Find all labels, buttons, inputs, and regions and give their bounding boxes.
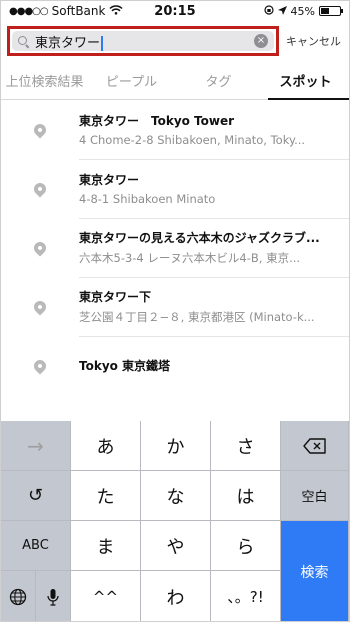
kana-key-wa[interactable]: わ	[141, 571, 211, 621]
abc-key[interactable]: ABC	[1, 521, 71, 571]
undo-key[interactable]: ↺	[1, 471, 71, 521]
kana-key-na[interactable]: な	[141, 471, 211, 521]
backspace-icon	[302, 437, 326, 454]
list-item[interactable]: Tokyo 東京鐵塔	[1, 336, 349, 395]
arrow-right-key[interactable]: →	[1, 421, 71, 471]
result-title: 東京タワー	[79, 173, 140, 187]
search-key[interactable]: 検索	[281, 521, 349, 621]
result-title: 東京タワー Tokyo Tower	[79, 114, 235, 128]
tab-top-results[interactable]: 上位検索結果	[1, 61, 88, 99]
search-row: 東京タワー × キャンセル	[1, 21, 349, 61]
orientation-lock-icon	[263, 4, 274, 18]
space-key[interactable]: 空白	[281, 471, 349, 521]
search-input[interactable]: 東京タワー ×	[12, 31, 274, 51]
carrier-name: SoftBank	[51, 4, 106, 18]
location-pin-icon	[31, 121, 49, 138]
clear-search-icon[interactable]: ×	[254, 34, 268, 48]
delete-key[interactable]	[281, 421, 349, 471]
kana-key-ta[interactable]: た	[71, 471, 141, 521]
search-tabs: 上位検索結果 ピープル タグ スポット	[1, 61, 349, 100]
list-item[interactable]: 東京タワー 4-8-1 Shibakoen Minato	[1, 159, 349, 218]
result-address: 芝公園４丁目２−８, 東京都港区 (Minato-k...	[79, 310, 315, 324]
dakuten-key[interactable]: ^^	[71, 571, 141, 621]
globe-key[interactable]	[1, 571, 36, 621]
kana-key-sa[interactable]: さ	[211, 421, 281, 471]
results-list: 東京タワー Tokyo Tower 4 Chome-2-8 Shibakoen,…	[1, 100, 349, 411]
list-item[interactable]: 東京タワー下 芝公園４丁目２−８, 東京都港区 (Minato-k...	[1, 277, 349, 336]
punctuation-key[interactable]: 、。?!	[211, 571, 281, 621]
kana-key-ra[interactable]: ら	[211, 521, 281, 571]
kana-key-ka[interactable]: か	[141, 421, 211, 471]
signal-strength: ●●●○○	[9, 5, 49, 17]
keyboard: → あ か さ ↺ た な は 空白 ABC ま や ら 検索 ^^ わ 、。?…	[1, 421, 349, 621]
location-pin-icon	[31, 180, 49, 197]
result-title: Tokyo 東京鐵塔	[79, 359, 171, 373]
search-input-value: 東京タワー	[35, 35, 101, 51]
search-icon	[18, 35, 29, 47]
location-pin-icon	[31, 298, 49, 315]
kana-key-ma[interactable]: ま	[71, 521, 141, 571]
microphone-icon	[47, 588, 59, 606]
list-item[interactable]: 東京タワー Tokyo Tower 4 Chome-2-8 Shibakoen,…	[1, 100, 349, 159]
location-pin-icon	[31, 357, 49, 374]
result-address: 六本木5-3-4 レーヌ六本木ビル4-B, 東京...	[79, 251, 301, 265]
tab-people[interactable]: ピープル	[88, 61, 175, 99]
result-title: 東京タワーの見える六本木のジャズクラブ...	[79, 231, 320, 245]
location-pin-icon	[31, 239, 49, 256]
search-box-highlight: 東京タワー ×	[7, 26, 279, 56]
result-address: 4 Chome-2-8 Shibakoen, Minato, Toky...	[79, 133, 306, 147]
tab-spots[interactable]: スポット	[262, 61, 349, 100]
result-title: 東京タワー下	[79, 290, 152, 304]
tab-tags[interactable]: タグ	[175, 61, 262, 99]
kana-key-a[interactable]: あ	[71, 421, 141, 471]
kana-key-ha[interactable]: は	[211, 471, 281, 521]
wifi-icon	[109, 4, 123, 18]
text-cursor	[101, 35, 103, 51]
cancel-button[interactable]: キャンセル	[286, 33, 341, 49]
screen: ●●●○○ SoftBank 20:15 45% 東京タワー × キャンセル 上…	[0, 0, 350, 622]
location-icon	[277, 5, 287, 18]
battery-level	[321, 8, 330, 14]
battery-percent: 45%	[290, 4, 315, 18]
globe-icon	[9, 588, 27, 605]
result-address: 4-8-1 Shibakoen Minato	[79, 192, 216, 206]
list-item[interactable]: 東京タワーの見える六本木のジャズクラブ... 六本木5-3-4 レーヌ六本木ビル…	[1, 218, 349, 277]
mic-key[interactable]	[36, 571, 71, 621]
status-bar: ●●●○○ SoftBank 20:15 45%	[1, 1, 349, 21]
battery-icon	[319, 6, 343, 16]
kana-key-ya[interactable]: や	[141, 521, 211, 571]
